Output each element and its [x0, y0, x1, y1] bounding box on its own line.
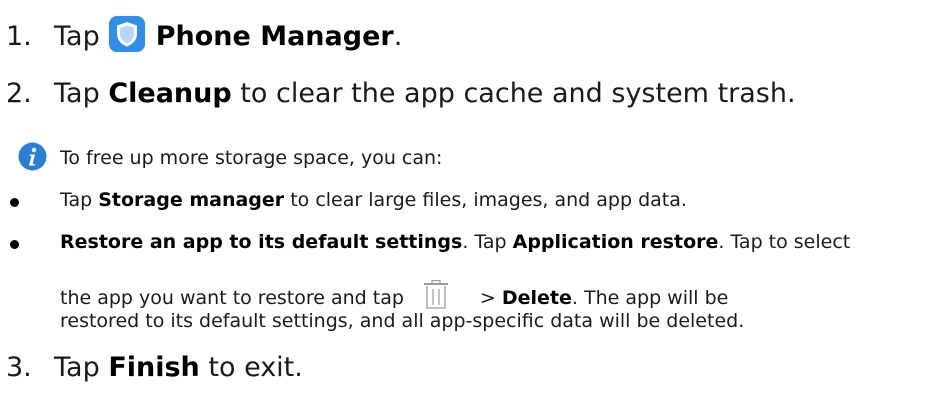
bullet-text: . Tap — [462, 231, 507, 253]
step-1: 1. Tap Phone Manager. — [6, 15, 402, 53]
step-number: 2. — [6, 78, 32, 109]
step-text: Tap — [54, 352, 100, 383]
step-number: 1. — [6, 21, 32, 52]
step-bold: Phone Manager — [155, 21, 394, 52]
bullet-dot — [10, 240, 19, 249]
step-2: 2. Tap Cleanup to clear the app cache and… — [6, 78, 796, 109]
info-icon — [18, 142, 47, 171]
bullet-text: . The app will be — [571, 287, 729, 309]
bullet-text: Tap — [60, 189, 93, 211]
step-number: 3. — [6, 352, 32, 383]
bullet-text: > — [479, 287, 496, 309]
bullet-2-line-1: Restore an app to its default settings. … — [60, 231, 850, 253]
bullet-text: the app you want to restore and tap — [60, 287, 404, 309]
phone-manager-shield-icon — [108, 16, 145, 52]
note-intro: To free up more storage space, you can: — [60, 147, 443, 169]
step-text-post: . — [393, 21, 403, 52]
bullet-1: Tap Storage manager to clear large files… — [60, 189, 687, 211]
step-text: Tap — [54, 78, 100, 109]
step-bold: Finish — [108, 352, 200, 383]
bullet-bold: Delete — [501, 287, 572, 309]
step-text: Tap — [54, 21, 100, 52]
bullet-2-line-3: restored to its default settings, and al… — [60, 310, 745, 332]
bullet-dot — [10, 198, 19, 207]
bullet-bold: Restore an app to its default settings — [60, 231, 463, 253]
bullet-2-line-2: the app you want to restore and tap > De… — [60, 280, 728, 310]
step-3: 3. Tap Finish to exit. — [6, 352, 303, 383]
bullet-text-post: to clear large files, images, and app da… — [290, 189, 687, 211]
bullet-text: . Tap to select — [718, 231, 851, 253]
trash-icon — [423, 280, 448, 309]
step-bold: Cleanup — [108, 78, 232, 109]
bullet-bold: Application restore — [512, 231, 719, 253]
step-text-post: to clear the app cache and system trash. — [240, 78, 796, 109]
step-text-post: to exit. — [208, 352, 303, 383]
bullet-bold: Storage manager — [98, 189, 285, 211]
